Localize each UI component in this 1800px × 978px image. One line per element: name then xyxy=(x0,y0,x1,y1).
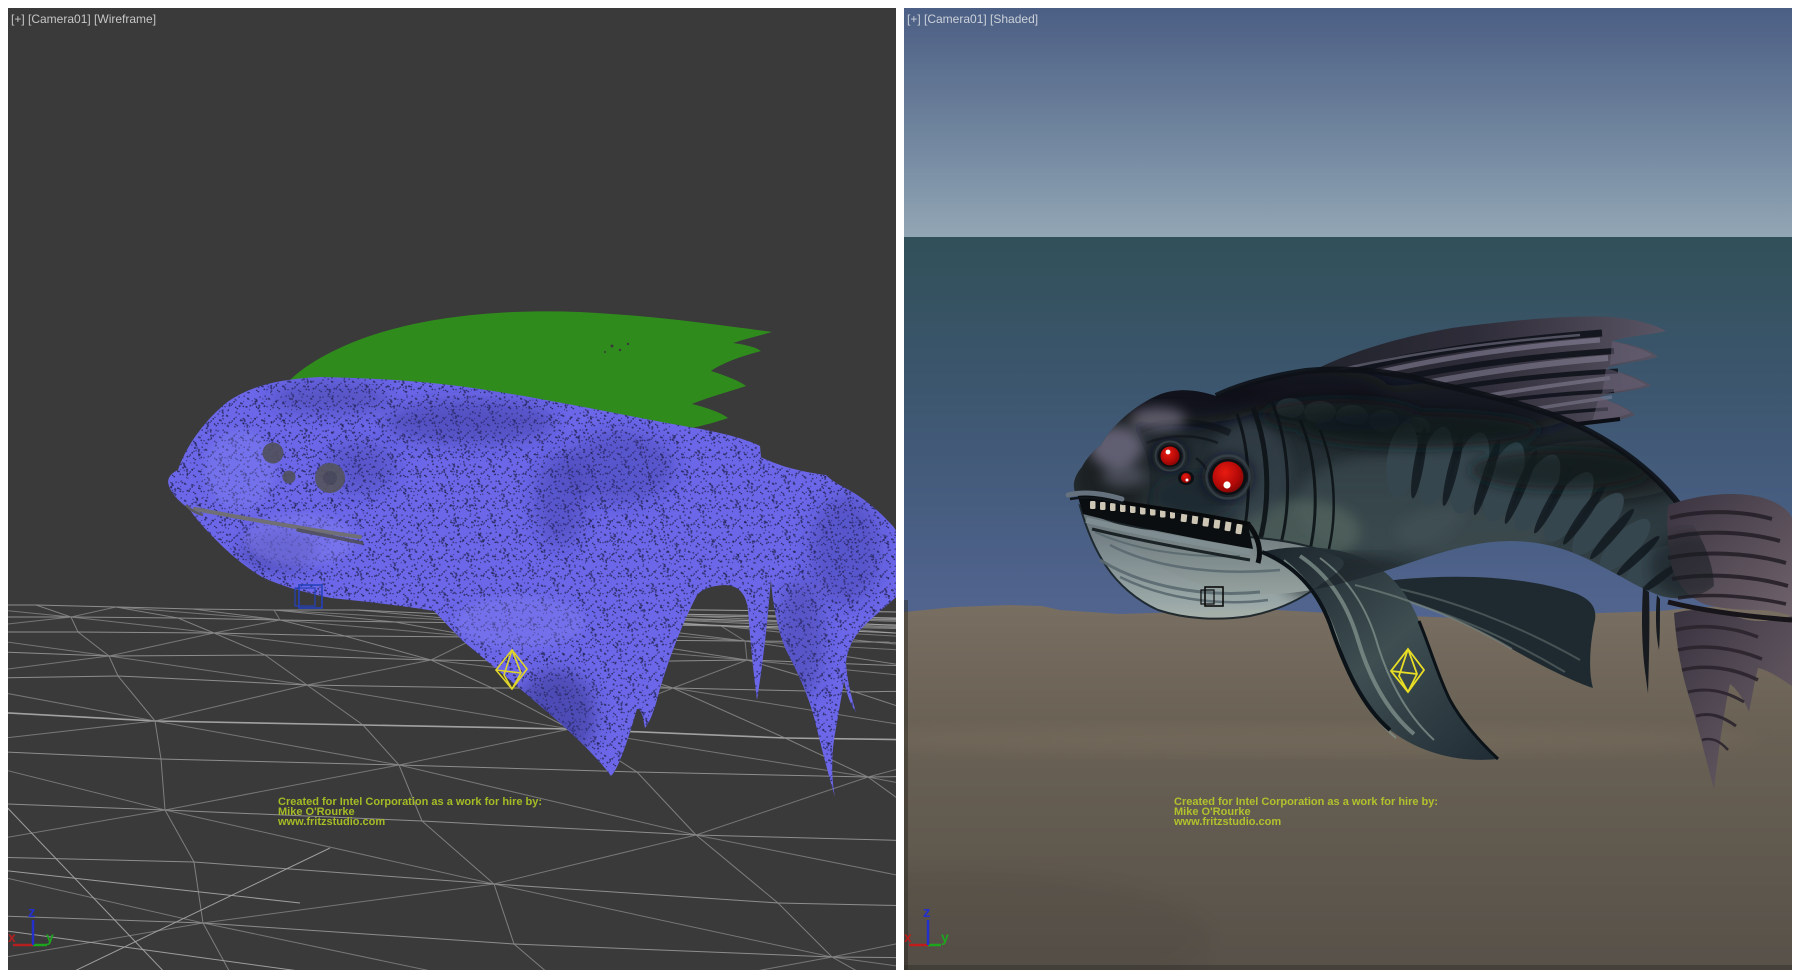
svg-text:z: z xyxy=(28,904,36,921)
svg-text:x: x xyxy=(904,929,912,945)
svg-text:y: y xyxy=(941,929,949,945)
svg-text:y: y xyxy=(46,929,54,945)
svg-text:x: x xyxy=(8,929,16,945)
svg-text:z: z xyxy=(923,904,931,921)
